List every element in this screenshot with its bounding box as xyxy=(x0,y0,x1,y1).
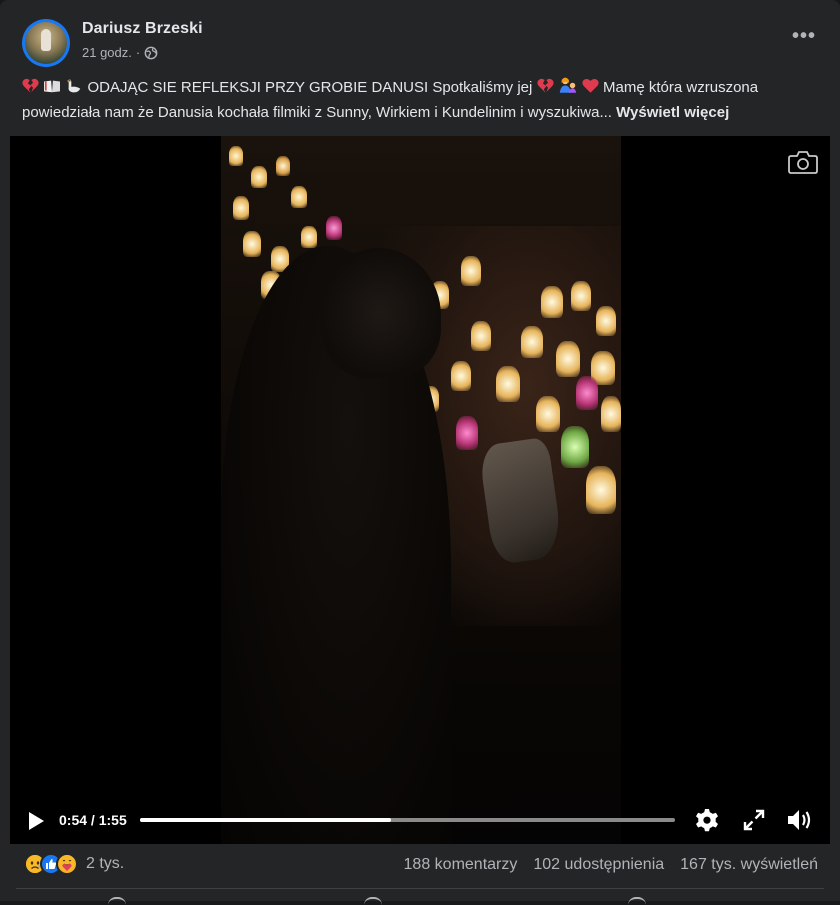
author-name[interactable]: Dariusz Brzeski xyxy=(82,20,203,38)
grave-candle xyxy=(451,361,471,391)
grave-candle xyxy=(586,466,616,514)
grave-candle xyxy=(233,196,249,220)
grave-candle xyxy=(596,306,616,336)
duration: 1:55 xyxy=(98,812,127,828)
action-bar xyxy=(0,889,840,901)
post-footer: 2 tys. 188 komentarzy 102 udostępnienia … xyxy=(0,844,840,888)
see-more-link[interactable]: Wyświetl więcej xyxy=(616,104,729,121)
grave-candle xyxy=(561,426,589,468)
goose-icon xyxy=(67,79,81,93)
volume-icon[interactable] xyxy=(786,807,814,833)
grave-candle xyxy=(556,341,580,377)
grave-candle xyxy=(521,326,543,358)
grave-candle xyxy=(541,286,563,318)
comments-count[interactable]: 188 komentarzy xyxy=(404,856,518,874)
post-caption: ODAJĄC SIE REFLEKSJI PRZY GROBIE DANUSI … xyxy=(22,75,822,125)
grave-candle xyxy=(326,216,342,240)
reactions-summary[interactable]: 2 tys. xyxy=(24,853,124,875)
avatar-figure xyxy=(41,29,51,51)
reaction-count[interactable]: 2 tys. xyxy=(86,855,124,873)
care-reaction-icon xyxy=(56,853,78,875)
time-separator: / xyxy=(90,812,95,828)
more-options-button[interactable]: ••• xyxy=(790,26,818,50)
red-heart-icon xyxy=(582,78,599,93)
comment-action-icon[interactable] xyxy=(364,897,382,905)
share-action-icon[interactable] xyxy=(628,897,646,905)
progress-fill xyxy=(140,818,392,822)
fullscreen-icon[interactable] xyxy=(742,808,766,832)
grave-candle xyxy=(571,281,591,311)
grave-candle xyxy=(276,156,290,176)
views-count: 167 tys. wyświetleń xyxy=(680,856,818,873)
woman-holding-child-icon xyxy=(559,77,576,93)
person-hood xyxy=(321,248,441,378)
post-stats: 188 komentarzy 102 udostępnienia 167 tys… xyxy=(404,856,818,874)
post-time[interactable]: 21 godz. xyxy=(82,45,132,60)
grave-candle xyxy=(291,186,307,208)
post-meta: 21 godz. · xyxy=(82,45,158,60)
shares-count[interactable]: 102 udostępnienia xyxy=(533,856,664,874)
play-icon[interactable] xyxy=(26,810,46,832)
broken-heart-icon xyxy=(22,78,39,93)
post-header: Dariusz Brzeski 21 godz. · ••• xyxy=(0,0,840,67)
grave-candle xyxy=(496,366,520,402)
like-action-icon[interactable] xyxy=(108,897,126,905)
caption-text-1: ODAJĄC SIE REFLEKSJI PRZY GROBIE DANUSI … xyxy=(87,79,533,96)
avatar[interactable] xyxy=(22,19,70,67)
camera-icon[interactable] xyxy=(788,150,818,174)
video-player[interactable]: 0:54 / 1:55 xyxy=(10,136,830,844)
progress-bar[interactable] xyxy=(140,818,675,822)
grave-candle xyxy=(536,396,560,432)
grave-candle xyxy=(601,396,621,432)
grave-candle xyxy=(229,146,243,166)
broken-heart-icon xyxy=(536,78,554,93)
video-controls: 0:54 / 1:55 xyxy=(10,800,830,844)
video-time: 0:54 / 1:55 xyxy=(59,812,127,828)
grave-candle xyxy=(251,166,267,188)
grave-candle xyxy=(456,416,478,450)
grave-candle xyxy=(576,376,598,410)
current-time: 0:54 xyxy=(59,812,88,828)
book-icon xyxy=(44,80,61,93)
video-frame xyxy=(221,136,621,844)
grave-candle xyxy=(461,256,481,286)
meta-separator: · xyxy=(135,45,141,60)
post-card: Dariusz Brzeski 21 godz. · ••• ODAJĄC SI… xyxy=(0,0,840,901)
gear-icon[interactable] xyxy=(694,807,720,833)
globe-icon[interactable] xyxy=(144,46,158,60)
grave-candle xyxy=(301,226,317,248)
grave-candle xyxy=(471,321,491,351)
grave-candle xyxy=(243,231,261,257)
